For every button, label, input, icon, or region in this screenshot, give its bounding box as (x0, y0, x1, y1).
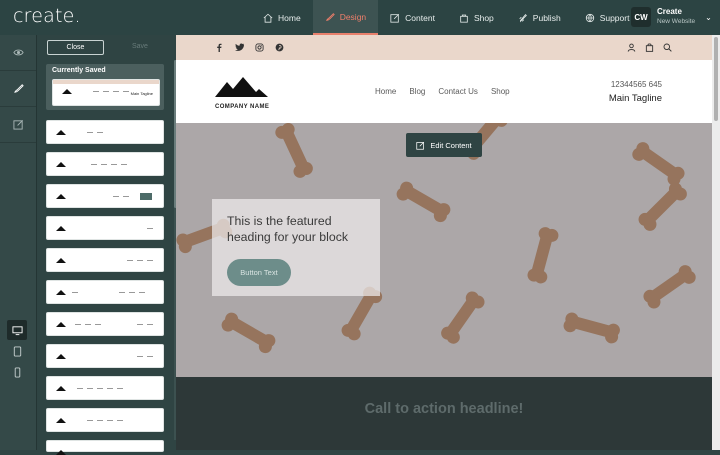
edit-content-button[interactable]: Edit Content (406, 133, 482, 157)
header-option[interactable] (46, 184, 164, 208)
nav-shop-label: Shop (473, 12, 494, 23)
home-icon (263, 13, 273, 23)
preview-scroll-thumb[interactable] (714, 37, 718, 121)
instagram-icon[interactable] (254, 42, 264, 52)
header-option[interactable] (46, 312, 164, 336)
featured-card[interactable]: This is the featured heading for your bl… (212, 199, 380, 296)
mountain-logo-icon (215, 77, 268, 97)
rail-content[interactable] (0, 107, 36, 143)
main-nav: Home Design Content Shop Publish Support (251, 0, 641, 35)
nav-shop[interactable]: Shop (447, 0, 506, 35)
eye-icon (12, 49, 24, 56)
featured-button[interactable]: Button Text (227, 259, 291, 286)
account-menu[interactable]: CW Create New Website ⌄ (631, 7, 712, 27)
save-button[interactable]: Save (132, 43, 148, 50)
social-bar (176, 35, 712, 60)
thumb-tagline: Main Tagline (130, 91, 153, 96)
twitter-icon[interactable] (234, 42, 244, 52)
currently-saved-card[interactable]: Currently Saved Main Tagline (46, 64, 164, 110)
header-option[interactable] (46, 376, 164, 400)
phone-number: 12344565 645 (610, 80, 662, 89)
nav-home[interactable]: Home (251, 0, 313, 35)
design-panel: Close Save Currently Saved Main Tagline (36, 35, 177, 455)
site-nav-blog[interactable]: Blog (409, 87, 425, 96)
desktop-icon (11, 325, 23, 335)
nav-content-label: Content (405, 12, 435, 23)
featured-heading: This is the featured heading for your bl… (227, 214, 348, 244)
rail-preview[interactable] (0, 35, 36, 71)
header-contact: 12344565 645 Main Tagline (609, 80, 662, 104)
account-subtitle: New Website (657, 18, 696, 25)
edit-content-label: Edit Content (430, 140, 472, 150)
nav-design[interactable]: Design (312, 0, 379, 35)
rail-design[interactable] (0, 71, 36, 107)
header-option[interactable] (46, 120, 164, 144)
top-bar: create. Home Design Content Shop Publish… (0, 0, 720, 35)
edit-icon (12, 120, 23, 130)
header-option[interactable] (46, 152, 164, 176)
brush-icon (325, 12, 335, 21)
tablet-view-button[interactable] (7, 341, 27, 361)
bag-icon (460, 14, 468, 23)
chevron-down-icon[interactable]: ⌄ (705, 13, 712, 22)
header-option[interactable] (46, 280, 164, 304)
mobile-icon (14, 366, 20, 378)
avatar[interactable]: CW (631, 7, 651, 27)
saved-header-thumbnail[interactable]: Main Tagline (52, 79, 160, 106)
nav-support-label: Support (599, 12, 630, 23)
main-tagline: Main Tagline (608, 93, 662, 104)
cta-headline: Call to action headline! (364, 401, 524, 417)
currently-saved-label: Currently Saved (52, 67, 106, 74)
header-option[interactable] (46, 216, 164, 240)
left-rail (0, 35, 36, 450)
close-button[interactable]: Close (47, 40, 104, 55)
header-option[interactable] (46, 408, 164, 432)
edit-icon (390, 13, 400, 23)
edit-icon (416, 141, 425, 150)
nav-home-label: Home (278, 12, 301, 23)
rocket-icon (519, 13, 527, 22)
company-name: COMPANY NAME (215, 104, 270, 110)
search-icon[interactable] (662, 42, 672, 52)
header-option[interactable] (46, 344, 164, 368)
mobile-view-button[interactable] (7, 362, 27, 382)
tablet-icon (13, 345, 21, 357)
brush-icon (13, 84, 24, 93)
thumb-logo-icon (62, 89, 72, 94)
header-option[interactable] (46, 248, 164, 272)
site-header: COMPANY NAME Home Blog Contact Us Shop 1… (176, 60, 712, 123)
facebook-icon[interactable] (214, 42, 224, 52)
globe-icon (585, 13, 594, 22)
site-nav-shop[interactable]: Shop (491, 87, 510, 96)
pinterest-icon[interactable] (274, 42, 284, 52)
app-logo[interactable]: create. (13, 5, 81, 27)
account-name: Create (657, 7, 682, 16)
cta-section: Call to action headline! (176, 377, 712, 450)
nav-publish[interactable]: Publish (506, 0, 573, 35)
site-preview: COMPANY NAME Home Blog Contact Us Shop 1… (176, 35, 712, 450)
nav-content[interactable]: Content (378, 0, 447, 35)
nav-design-label: Design (339, 11, 367, 22)
user-icon[interactable] (626, 42, 636, 52)
site-nav-home[interactable]: Home (375, 87, 396, 96)
site-nav-contact[interactable]: Contact Us (438, 87, 478, 96)
site-nav: Home Blog Contact Us Shop (375, 87, 510, 96)
cart-bag-icon[interactable] (644, 42, 654, 52)
nav-publish-label: Publish (532, 12, 561, 23)
header-option[interactable] (46, 440, 164, 455)
desktop-view-button[interactable] (7, 320, 27, 340)
featured-block: Edit Content This is the featured headin… (176, 123, 712, 377)
company-logo[interactable]: COMPANY NAME (215, 77, 269, 110)
